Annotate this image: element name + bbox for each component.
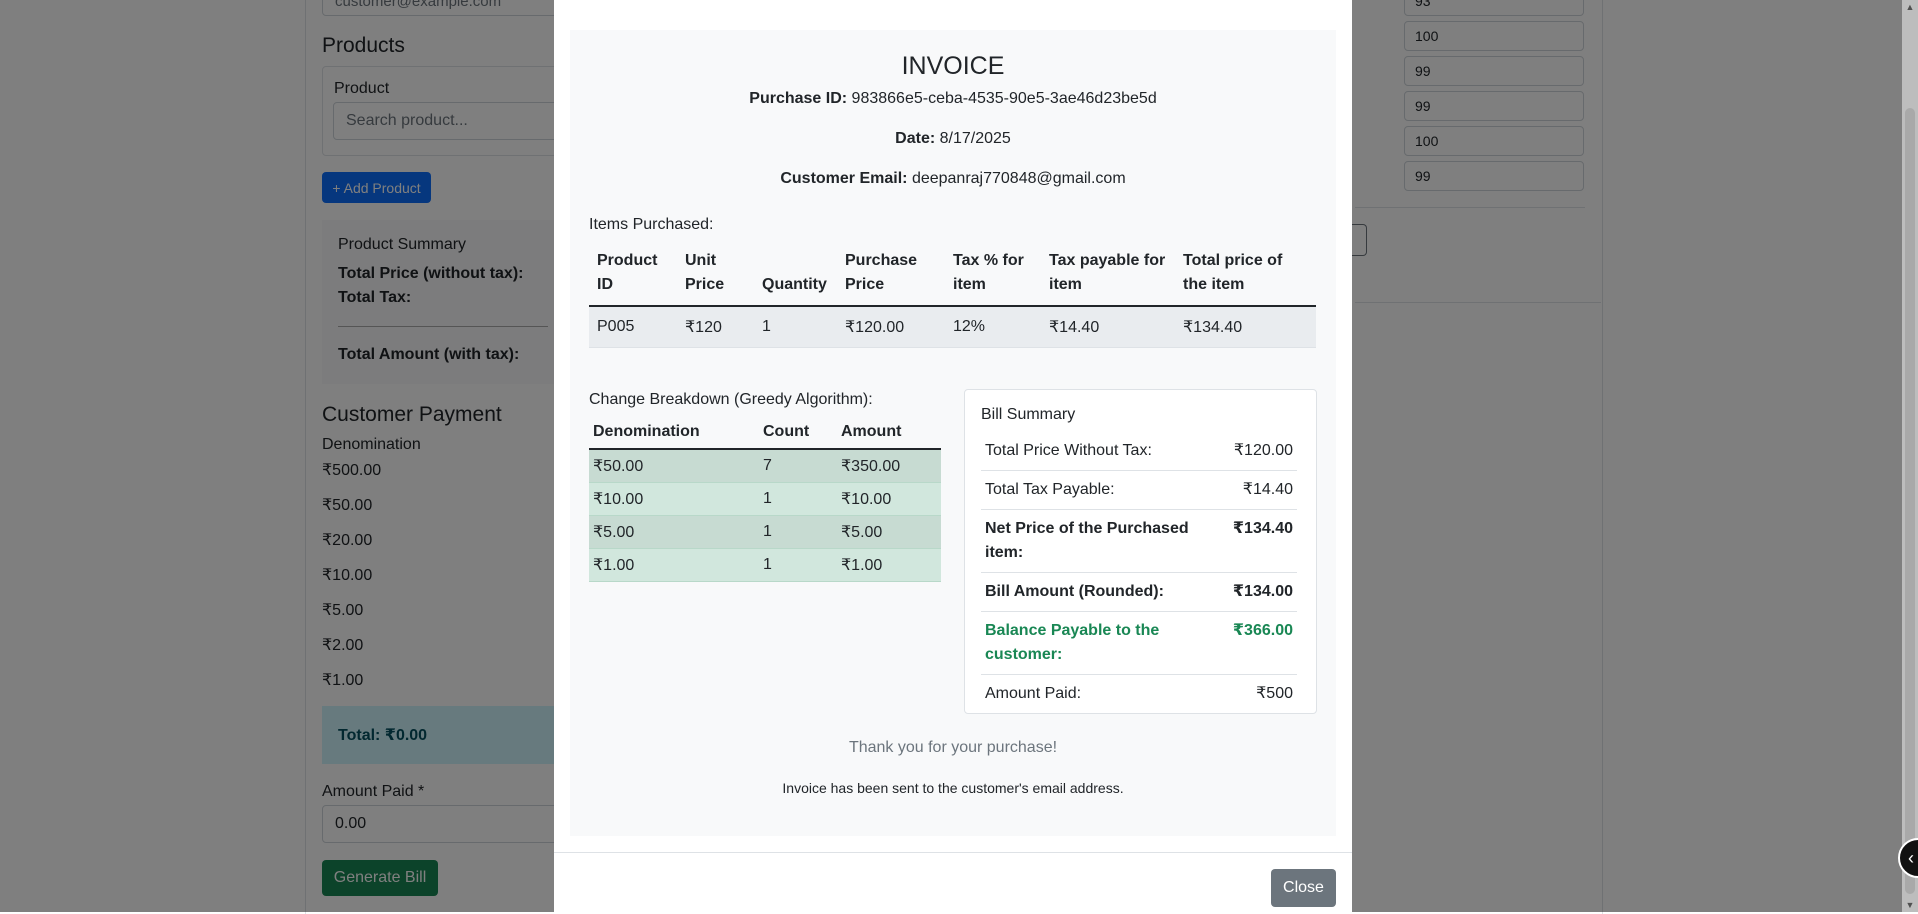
invoice-title: INVOICE [901,52,1005,80]
change-breakdown-table: Denomination Count Amount ₹50.00 7 ₹350.… [589,416,941,582]
bill-summary-card: Bill Summary Total Price Without Tax: ₹1… [964,389,1317,714]
items-purchased-label: Items Purchased: [589,216,714,233]
table-cell: ₹10.00 [837,482,941,516]
table-row: ₹10.00 1 ₹10.00 [589,482,941,516]
bill-summary-label: Total Price Without Tax: [981,432,1229,471]
date-label: Date: [895,130,936,147]
customer-email-value: deepanraj770848@gmail.com [911,170,1126,187]
items-header-cell: Quantity [754,241,837,307]
items-header-cell: Product ID [589,241,677,307]
table-cell: P005 [589,306,677,348]
table-cell: ₹350.00 [837,449,941,483]
table-cell: 1 [759,482,837,516]
table-cell: ₹10.00 [589,482,759,516]
bill-summary-label: Total Tax Payable: [981,470,1229,510]
bill-summary-value: ₹134.00 [1228,572,1297,612]
table-cell: 7 [759,449,837,483]
bill-summary-value: ₹134.40 [1228,509,1297,573]
items-header-cell: Purchase Price [837,241,945,307]
table-cell: ₹14.40 [1041,306,1175,348]
bill-summary-value: ₹366.00 [1228,611,1297,675]
table-cell: 12% [945,306,1041,348]
items-header-cell: Tax payable for item [1041,241,1175,307]
table-cell: ₹134.40 [1175,306,1316,348]
invoice-modal: INVOICE Purchase ID: 983866e5-ceba-4535-… [554,0,1352,912]
table-cell: 1 [759,548,837,582]
bill-summary-label: Balance Payable to the customer: [981,611,1229,675]
purchase-id-label: Purchase ID: [749,90,848,107]
bill-summary-value: ₹120.00 [1228,432,1297,471]
bill-summary-row: Bill Amount (Rounded): ₹134.00 [981,572,1297,612]
items-header-cell: Total price of the item [1175,241,1316,307]
bill-summary-table: Total Price Without Tax: ₹120.00 Total T… [981,432,1297,714]
table-cell: ₹120.00 [837,306,945,348]
page-scrollbar[interactable]: ▲ ▼ [1902,0,1918,912]
table-cell: ₹1.00 [589,548,759,582]
table-cell: 1 [759,515,837,549]
customer-email-line: Customer Email: deepanraj770848@gmail.co… [570,170,1336,188]
change-breakdown-label: Change Breakdown (Greedy Algorithm): [589,391,873,408]
table-cell: ₹50.00 [589,449,759,483]
table-row: ₹1.00 1 ₹1.00 [589,548,941,582]
bill-summary-value: ₹500 [1228,674,1297,714]
table-cell: ₹5.00 [589,515,759,549]
items-header-row: Product ID Unit Price Quantity Purchase … [589,241,1316,307]
table-cell: ₹1.00 [837,548,941,582]
bill-summary-row: Amount Paid: ₹500 [981,674,1297,714]
bill-summary-title: Bill Summary [981,406,1076,423]
date-value: 8/17/2025 [939,130,1011,147]
table-row: ₹50.00 7 ₹350.00 [589,449,941,483]
items-header-cell: Unit Price [677,241,754,307]
thank-you-message: Thank you for your purchase! [848,739,1058,756]
customer-email-label: Customer Email: [780,170,908,187]
scroll-down-arrow-icon[interactable]: ▼ [1905,900,1915,910]
bill-summary-row: Total Tax Payable: ₹14.40 [981,470,1297,510]
email-sent-note: Invoice has been sent to the customer's … [782,780,1124,796]
change-header-cell: Denomination [589,416,759,450]
table-cell: ₹5.00 [837,515,941,549]
bill-summary-label: Amount Paid: [981,674,1229,714]
purchase-id-value: 983866e5-ceba-4535-90e5-3ae46d23be5d [851,90,1157,107]
purchase-id-line: Purchase ID: 983866e5-ceba-4535-90e5-3ae… [570,90,1336,108]
invoice-body: INVOICE Purchase ID: 983866e5-ceba-4535-… [570,30,1336,836]
bill-summary-row: Total Price Without Tax: ₹120.00 [981,432,1297,471]
table-row: P005 ₹120 1 ₹120.00 12% ₹14.40 ₹134.40 [589,306,1316,348]
items-table: Product ID Unit Price Quantity Purchase … [589,241,1316,348]
bill-summary-row: Balance Payable to the customer: ₹366.00 [981,611,1297,675]
modal-footer [554,852,1352,853]
table-cell: ₹120 [677,306,754,348]
table-cell: 1 [754,306,837,348]
change-header-cell: Amount [837,416,941,450]
bill-summary-row: Net Price of the Purchased item: ₹134.40 [981,509,1297,573]
date-line: Date: 8/17/2025 [570,130,1336,148]
change-header-cell: Count [759,416,837,450]
items-header-cell: Tax % for item [945,241,1041,307]
bill-summary-label: Bill Amount (Rounded): [981,572,1229,612]
bill-summary-label: Net Price of the Purchased item: [981,509,1229,573]
change-header-row: Denomination Count Amount [589,416,941,450]
scroll-thumb[interactable] [1905,108,1915,894]
close-button[interactable]: Close [1271,869,1336,907]
scroll-up-arrow-icon[interactable]: ▲ [1905,2,1915,12]
table-row: ₹5.00 1 ₹5.00 [589,515,941,549]
bill-summary-value: ₹14.40 [1228,470,1297,510]
